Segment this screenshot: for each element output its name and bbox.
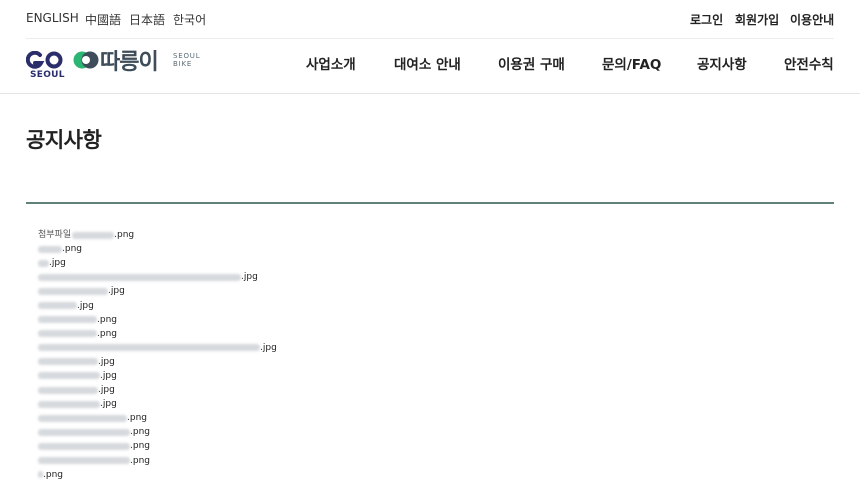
page-title: 공지사항 xyxy=(26,128,102,152)
file-extension: .png xyxy=(97,328,117,339)
attachment-row[interactable]: .png xyxy=(38,411,638,425)
file-extension: .jpg xyxy=(100,399,117,410)
attachment-label: 첨부파일 xyxy=(38,230,72,241)
file-extension: .png xyxy=(43,469,63,480)
redacted-filename xyxy=(38,457,130,465)
file-extension: .png xyxy=(130,455,150,466)
nav-faq[interactable]: 문의/FAQ xyxy=(602,53,661,73)
file-extension: .jpg xyxy=(77,300,94,311)
lang-korean[interactable]: 한국어 xyxy=(173,11,206,28)
nav-stations[interactable]: 대여소 안내 xyxy=(394,53,461,73)
file-extension: .jpg xyxy=(98,385,115,396)
attachment-row[interactable]: .png xyxy=(38,454,638,468)
logo-seoul-text: SEOUL xyxy=(30,70,65,80)
guide-link[interactable]: 이용안내 xyxy=(790,11,834,28)
file-extension: .png xyxy=(97,314,117,325)
redacted-filename xyxy=(38,330,97,338)
file-extension: .png xyxy=(114,230,135,241)
login-link[interactable]: 로그인 xyxy=(690,11,723,28)
attachment-row[interactable]: .png xyxy=(38,439,638,453)
file-extension: .jpg xyxy=(241,272,258,283)
redacted-filename xyxy=(38,273,241,281)
redacted-filename xyxy=(38,414,127,422)
file-extension: .png xyxy=(130,441,150,452)
lang-japanese[interactable]: 日本語 xyxy=(129,11,165,28)
attachment-row[interactable]: .jpg xyxy=(38,369,638,383)
file-extension: .jpg xyxy=(100,370,117,381)
attachment-row[interactable]: .png xyxy=(38,327,638,341)
redacted-filename xyxy=(38,358,98,366)
redacted-filename xyxy=(38,400,100,408)
redacted-filename xyxy=(38,386,98,394)
attachment-row[interactable]: .jpg xyxy=(38,383,638,397)
redacted-filename xyxy=(38,302,77,310)
attachment-row[interactable]: .png xyxy=(38,425,638,439)
logo-seoul-bike-text: SEOUL BIKE xyxy=(173,52,201,68)
attachment-row[interactable]: 첨부파일 .png xyxy=(38,228,638,242)
lang-chinese[interactable]: 中國語 xyxy=(85,11,121,28)
lang-english[interactable]: ENGLISH xyxy=(26,11,79,25)
top-utility-bar: ENGLISH 中國語 日本語 한국어 로그인 회원가입 이용안내 xyxy=(0,0,860,38)
attachment-row[interactable]: .png xyxy=(38,313,638,327)
redacted-filename xyxy=(38,287,108,295)
file-extension: .png xyxy=(127,413,147,424)
main-header: SEOUL 따릉이 SEOUL BIKE 사업소개 대여소 안내 이용권 구매 … xyxy=(0,39,860,93)
signup-link[interactable]: 회원가입 xyxy=(735,11,779,28)
attachment-row[interactable]: .png xyxy=(38,242,638,256)
header-divider xyxy=(0,93,860,94)
redacted-filename xyxy=(38,259,49,267)
redacted-filename xyxy=(38,471,43,479)
attachment-row[interactable]: .jpg xyxy=(38,341,638,355)
redacted-filename xyxy=(38,344,260,352)
file-extension: .jpg xyxy=(108,286,125,297)
nav-safety[interactable]: 안전수칙 xyxy=(784,53,834,73)
attachment-row[interactable]: .jpg xyxy=(38,298,638,312)
attachment-row[interactable]: .jpg xyxy=(38,256,638,270)
redacted-filename xyxy=(38,245,62,253)
attachment-row[interactable]: .jpg xyxy=(38,270,638,284)
nav-about[interactable]: 사업소개 xyxy=(306,53,356,73)
redacted-filename xyxy=(38,442,130,450)
logo-wordmark[interactable]: 따릉이 xyxy=(100,44,159,76)
attachment-row[interactable]: .png xyxy=(38,468,638,482)
redacted-filename xyxy=(38,372,100,380)
file-extension: .jpg xyxy=(260,342,277,353)
attachment-list: 첨부파일 .png .png .jpg .jpg .jpg .jpg .png … xyxy=(38,228,638,482)
nav-pass-purchase[interactable]: 이용권 구매 xyxy=(498,53,565,73)
go-seoul-logo-icon[interactable] xyxy=(26,51,64,69)
file-extension: .jpg xyxy=(98,356,115,367)
attachment-row[interactable]: .jpg xyxy=(38,397,638,411)
attachment-row[interactable]: .jpg xyxy=(38,284,638,298)
ddareungi-logo-icon[interactable] xyxy=(73,50,99,70)
nav-notice[interactable]: 공지사항 xyxy=(697,53,747,73)
file-extension: .jpg xyxy=(49,258,66,269)
redacted-filename xyxy=(38,428,130,436)
file-extension: .png xyxy=(62,244,82,255)
title-rule xyxy=(26,202,834,204)
attachment-row[interactable]: .jpg xyxy=(38,355,638,369)
redacted-filename xyxy=(72,231,115,239)
file-extension: .png xyxy=(130,427,150,438)
redacted-filename xyxy=(38,316,97,324)
